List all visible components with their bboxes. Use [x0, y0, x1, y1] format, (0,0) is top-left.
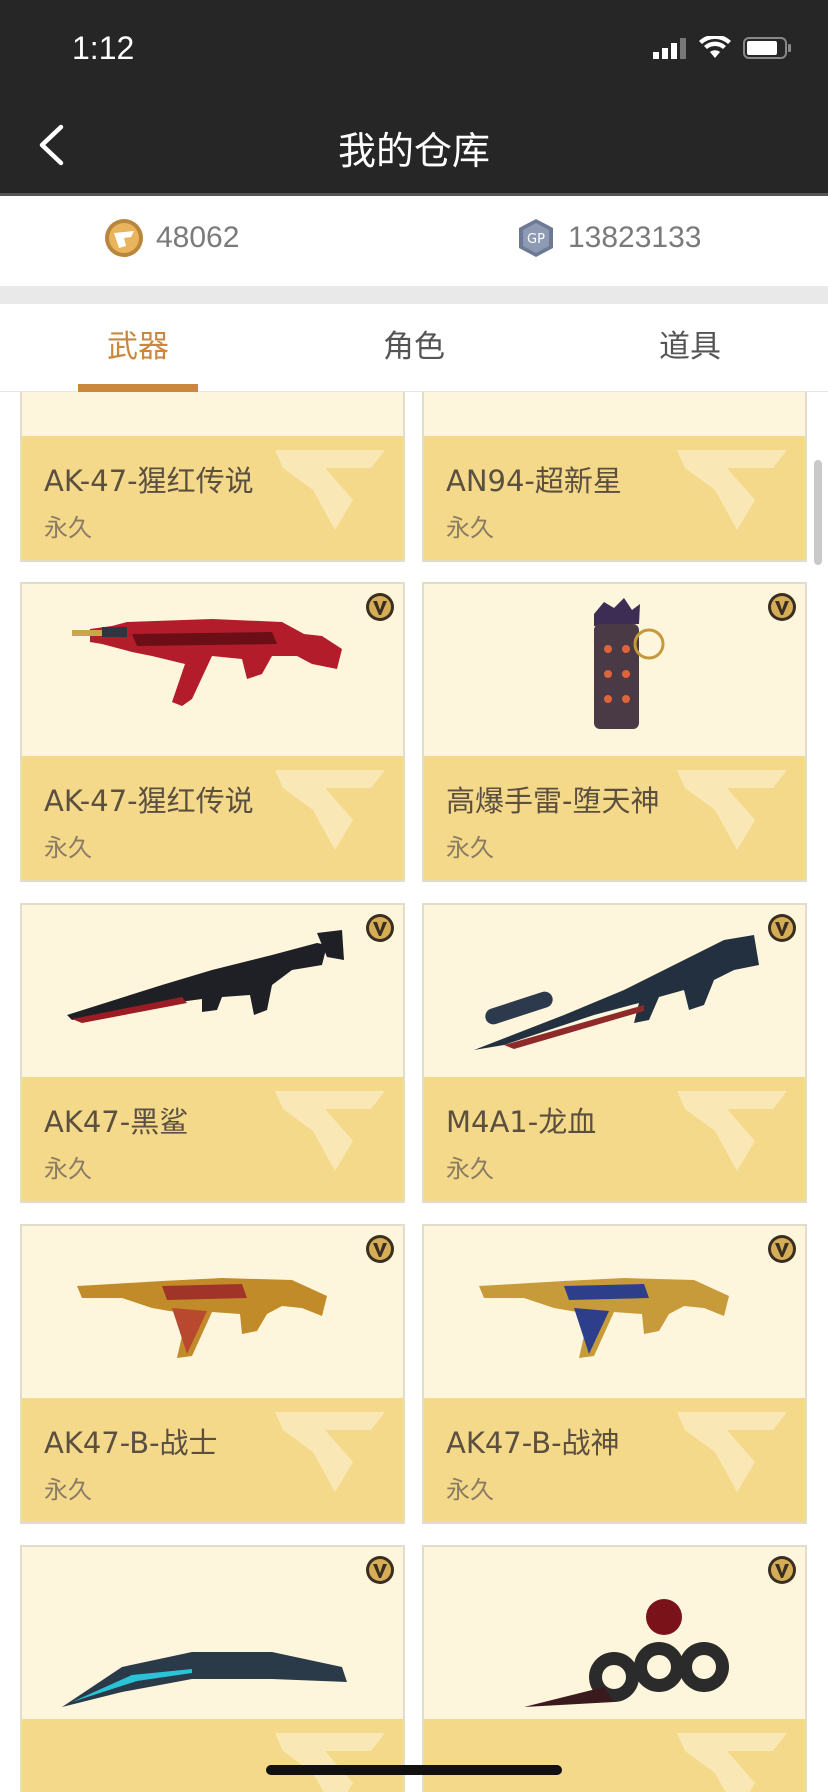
weapon-card[interactable]: AK47-B-战神永久	[422, 1224, 807, 1524]
vip-badge-icon	[366, 593, 394, 621]
weapon-name: AK47-黑鲨	[44, 1105, 189, 1139]
rifle-blue-icon	[474, 935, 759, 1050]
weapon-info: 高爆手雷-堕天神永久	[424, 756, 805, 880]
cf-watermark-icon	[275, 450, 385, 530]
cf-watermark-icon	[677, 1733, 787, 1792]
wifi-icon	[699, 36, 731, 58]
weapon-image-area	[22, 1547, 403, 1719]
rifle-gold-icon	[77, 1278, 327, 1358]
gp-coin-icon: GP	[519, 219, 553, 257]
scrollbar[interactable]	[814, 460, 822, 565]
weapon-duration: 永久	[44, 1476, 92, 1504]
weapon-image-area	[22, 584, 403, 756]
cf-coin-icon	[105, 219, 143, 257]
vip-badge-icon	[366, 1235, 394, 1263]
vip-badge-icon	[768, 1556, 796, 1584]
rifle-gold-blue-icon	[479, 1278, 729, 1358]
weapon-name: AK-47-猩红传说	[44, 464, 254, 498]
vip-badge-icon	[768, 1235, 796, 1263]
vip-badge-icon	[768, 914, 796, 942]
rifle-red-icon	[72, 619, 342, 706]
status-time: 1:12	[72, 30, 135, 66]
vip-badge-icon	[768, 593, 796, 621]
vip-badge-icon	[366, 914, 394, 942]
weapon-grid: AK-47-猩红传说 永久 AN94-超新星 永久 AK-47-猩红传说 永久 高爆手雷-堕…	[0, 392, 828, 1792]
blade-icon	[62, 1652, 347, 1707]
weapon-info: AK47-黑鲨永久	[22, 1077, 403, 1201]
tab-items[interactable]: 道具	[552, 304, 828, 392]
gp-points: GP 13823133	[516, 218, 701, 258]
cf-watermark-icon	[275, 770, 385, 850]
weapon-info: AN94-超新星永久	[424, 436, 805, 560]
weapon-image-area	[424, 905, 805, 1077]
weapon-card[interactable]: AK-47-猩红传说永久	[20, 582, 405, 882]
weapon-name: M4A1-龙血	[446, 1105, 597, 1139]
vip-badge-icon	[366, 1556, 394, 1584]
rifle-white-icon	[444, 392, 789, 424]
weapon-duration: 永久	[44, 1155, 92, 1183]
weapon-image-area	[22, 905, 403, 1077]
weapon-name: AK47-B-战神	[446, 1426, 620, 1460]
weapon-info: M4A1-龙血永久	[424, 1077, 805, 1201]
weapon-image-area	[22, 1226, 403, 1398]
status-icons	[653, 36, 793, 60]
tab-bar: 武器 角色 道具	[0, 304, 828, 392]
weapon-image-area	[424, 392, 805, 436]
weapon-duration: 永久	[446, 1155, 494, 1183]
home-indicator[interactable]	[266, 1765, 562, 1775]
tab-roles[interactable]: 角色	[276, 304, 552, 392]
knuckle-icon	[524, 1599, 729, 1707]
weapon-name: 高爆手雷-堕天神	[446, 784, 660, 818]
weapon-name: AN94-超新星	[446, 464, 622, 498]
weapon-duration: 永久	[44, 514, 92, 542]
cf-watermark-icon	[677, 1091, 787, 1171]
weapon-name: AK47-B-战士	[44, 1426, 218, 1460]
weapon-card[interactable]: 高爆手雷-堕天神永久	[422, 582, 807, 882]
nav-header: 1:12 我的仓库	[0, 0, 828, 196]
page-title: 我的仓库	[337, 129, 490, 173]
weapon-info: AK47-B-战士永久	[22, 1398, 403, 1522]
weapon-card[interactable]: AK47-B-战士永久	[20, 1224, 405, 1524]
weapon-duration: 永久	[446, 834, 494, 862]
weapon-duration: 永久	[446, 1476, 494, 1504]
rifle-black-icon	[67, 930, 344, 1023]
cf-points: 48062	[104, 218, 239, 258]
weapon-duration: 永久	[446, 514, 494, 542]
battery-icon	[743, 37, 791, 59]
gp-points-value: 13823133	[568, 221, 702, 254]
cf-watermark-icon	[275, 1412, 385, 1492]
weapon-card[interactable]: AN94-超新星永久	[422, 392, 807, 562]
weapon-image-area	[22, 392, 403, 436]
tab-active-indicator	[78, 384, 198, 392]
gp-label: GP	[527, 232, 545, 247]
weapon-info	[22, 1719, 403, 1792]
weapon-card[interactable]	[20, 1545, 405, 1792]
weapon-info: AK-47-猩红传说永久	[22, 756, 403, 880]
weapon-card[interactable]	[422, 1545, 807, 1792]
cf-watermark-icon	[275, 1091, 385, 1171]
weapon-image-area	[424, 584, 805, 756]
cf-watermark-icon	[275, 1733, 385, 1792]
weapon-card[interactable]: M4A1-龙血永久	[422, 903, 807, 1203]
cf-watermark-icon	[677, 450, 787, 530]
weapon-image-area	[424, 1547, 805, 1719]
grenade-icon	[594, 598, 665, 729]
weapon-info: AK-47-猩红传说永久	[22, 436, 403, 560]
signal-icon	[653, 38, 686, 59]
cf-watermark-icon	[677, 1412, 787, 1492]
weapon-info: AK47-B-战神永久	[424, 1398, 805, 1522]
weapon-duration: 永久	[44, 834, 92, 862]
weapon-info	[424, 1719, 805, 1792]
weapon-image-area	[424, 1226, 805, 1398]
weapon-name: AK-47-猩红传说	[44, 784, 254, 818]
cf-watermark-icon	[677, 770, 787, 850]
rifle-red-icon	[42, 392, 387, 424]
weapon-card[interactable]: AK47-黑鲨永久	[20, 903, 405, 1203]
currency-bar: 48062 GP 13823133	[0, 196, 828, 286]
tab-weapons[interactable]: 武器	[0, 304, 276, 392]
cf-points-value: 48062	[156, 221, 240, 254]
section-spacer	[0, 286, 828, 304]
weapon-card[interactable]: AK-47-猩红传说永久	[20, 392, 405, 562]
